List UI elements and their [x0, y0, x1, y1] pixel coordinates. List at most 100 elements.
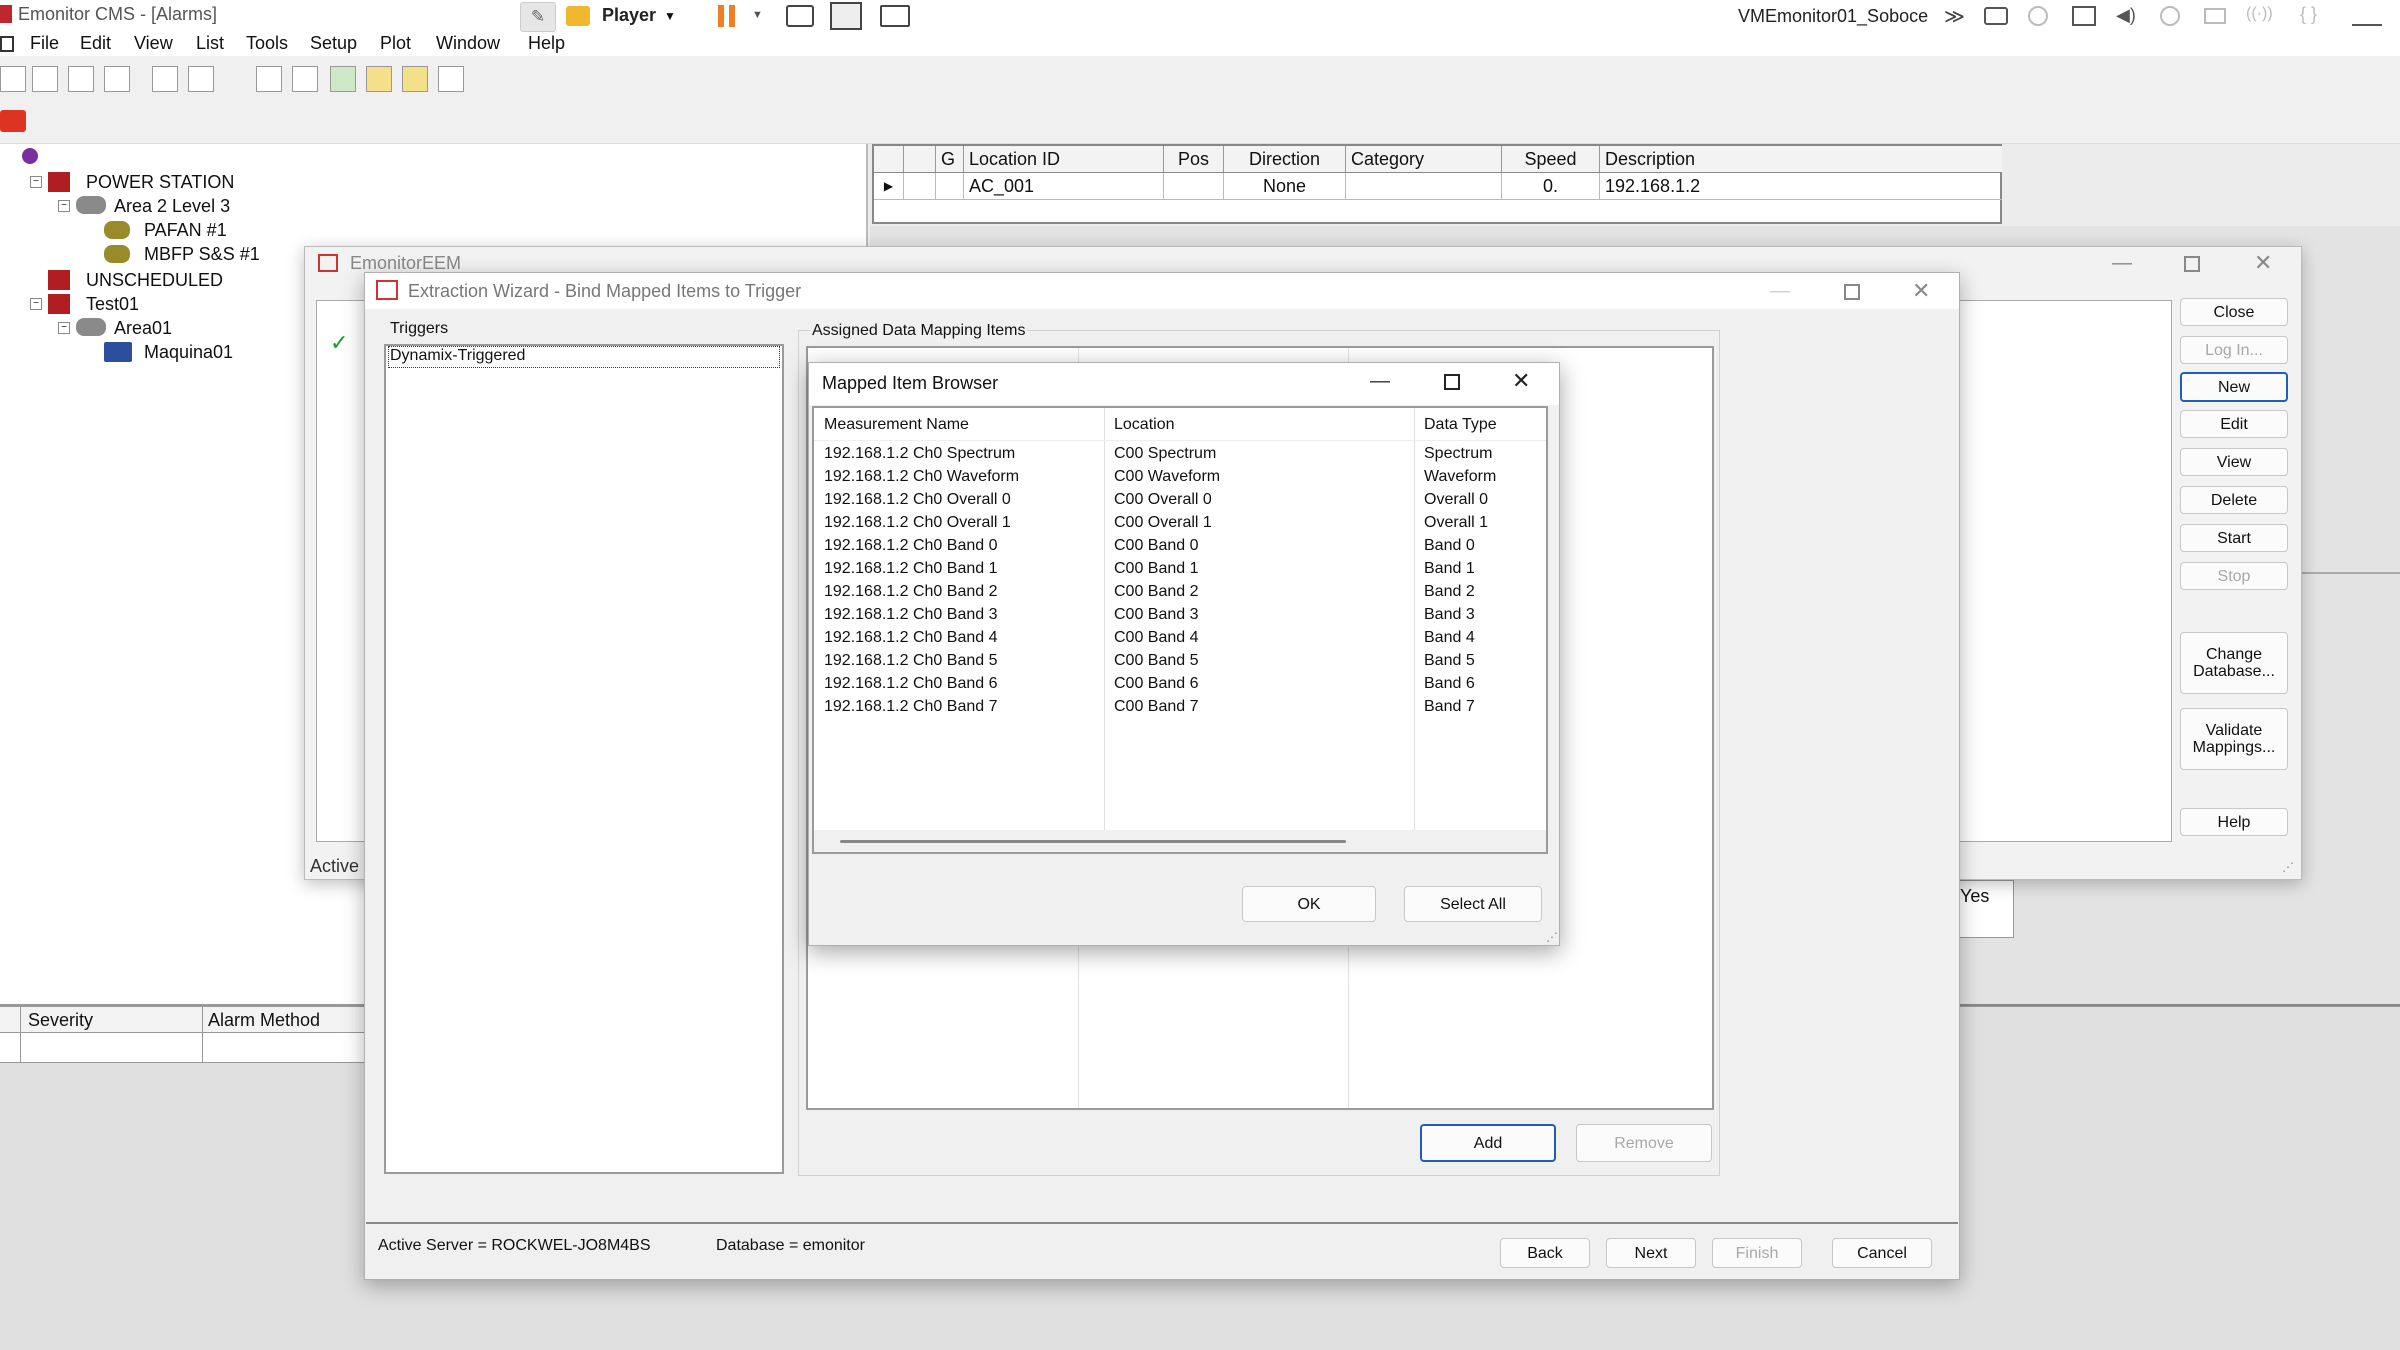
browser-row[interactable]: 192.168.1.2 Ch0 Band 6 C00 Band 6 Band 6 [814, 672, 1546, 695]
wifi-icon[interactable]: ((·)) [2246, 5, 2273, 23]
tree-item-maquina01[interactable]: Maquina01 [144, 341, 233, 363]
tree-item-mbfp[interactable]: MBFP S&S #1 [144, 243, 260, 265]
eem-minimize-icon[interactable]: — [2112, 252, 2132, 275]
col-data-type[interactable]: Data Type [1424, 416, 1497, 434]
tb-print-icon[interactable] [152, 66, 178, 92]
cell-pos[interactable] [1164, 173, 1224, 199]
eem-stop-button[interactable]: Stop [2180, 562, 2288, 590]
tb-copy-icon[interactable] [68, 66, 94, 92]
eem-edit-button[interactable]: Edit [2180, 410, 2288, 438]
menu-help[interactable]: Help [528, 33, 565, 54]
tb-doc2-icon[interactable] [292, 66, 318, 92]
browser-row[interactable]: 192.168.1.2 Ch0 Band 5 C00 Band 5 Band 5 [814, 649, 1546, 672]
pause-dropdown-icon[interactable]: ▼ [752, 9, 763, 21]
network-icon[interactable] [2072, 6, 2096, 26]
add-button[interactable]: Add [1420, 1124, 1556, 1162]
tree-item-area-2-level-3[interactable]: Area 2 Level 3 [114, 195, 230, 217]
wizard-close-icon[interactable]: ✕ [1912, 278, 1930, 304]
eem-login-button[interactable]: Log In... [2180, 336, 2288, 364]
browser-row[interactable]: 192.168.1.2 Ch0 Overall 1 C00 Overall 1 Ov… [814, 511, 1546, 534]
eem-validate-mappings-button[interactable]: Validate Mappings... [2180, 708, 2288, 770]
refresh-icon[interactable] [2028, 6, 2048, 26]
browser-row[interactable]: 192.168.1.2 Ch0 Band 1 C00 Band 1 Band 1 [814, 557, 1546, 580]
tree-expand-icon[interactable]: − [58, 200, 70, 212]
menu-edit[interactable]: Edit [80, 33, 111, 54]
eem-maximize-icon[interactable] [2184, 256, 2200, 272]
monitor-icon[interactable] [880, 5, 910, 27]
col-location[interactable]: Location [1114, 416, 1175, 434]
eem-change-database-button[interactable]: Change Database... [2180, 632, 2288, 694]
tb-chart-icon[interactable] [104, 66, 130, 92]
col-measurement-name[interactable]: Measurement Name [824, 416, 969, 434]
minimize-window-icon[interactable] [2352, 6, 2382, 26]
col-severity[interactable]: Severity [28, 1010, 93, 1031]
col-location-id[interactable]: Location ID [964, 146, 1164, 172]
col-pos[interactable]: Pos [1164, 146, 1224, 172]
cell-speed[interactable]: 0. [1502, 173, 1600, 199]
pause-icon[interactable] [718, 5, 738, 27]
wizard-minimize-icon[interactable]: — [1770, 280, 1790, 303]
tb-folder2-icon[interactable] [402, 66, 428, 92]
eem-help-button[interactable]: Help [2180, 808, 2288, 836]
browser-minimize-icon[interactable]: — [1370, 370, 1390, 393]
next-button[interactable]: Next [1606, 1238, 1696, 1268]
browser-row[interactable]: 192.168.1.2 Ch0 Band 2 C00 Band 2 Band 2 [814, 580, 1546, 603]
tree-expand-icon[interactable]: − [30, 298, 42, 310]
eem-close-button[interactable]: Close [2180, 298, 2288, 326]
col-category[interactable]: Category [1346, 146, 1502, 172]
col-speed[interactable]: Speed [1502, 146, 1600, 172]
eem-close-icon[interactable]: ✕ [2254, 250, 2272, 276]
col-g[interactable]: G [936, 146, 964, 172]
speaker-icon[interactable]: ◀) [2116, 5, 2136, 26]
cell-direction[interactable]: None [1224, 173, 1346, 199]
tree-expand-icon[interactable]: − [58, 322, 70, 334]
tb-doc1-icon[interactable] [256, 66, 282, 92]
tb-folder1-icon[interactable] [366, 66, 392, 92]
cell-category[interactable] [1346, 173, 1502, 199]
browser-maximize-icon[interactable] [1444, 374, 1460, 390]
player-label[interactable]: Player [602, 5, 656, 26]
browser-row[interactable]: 192.168.1.2 Ch0 Band 0 C00 Band 0 Band 0 [814, 534, 1546, 557]
menu-plot[interactable]: Plot [380, 33, 411, 54]
triggers-list[interactable] [384, 344, 784, 1174]
tb-alarm-icon[interactable] [0, 110, 26, 132]
tree-item-pafan-1[interactable]: PAFAN #1 [144, 219, 227, 241]
browser-close-icon[interactable]: ✕ [1512, 368, 1530, 394]
cell-description[interactable]: 192.168.1.2 [1600, 173, 2000, 199]
camera-icon[interactable] [2160, 6, 2180, 26]
eem-resize-grip-icon[interactable]: ⋰ [2282, 860, 2294, 874]
tree-item-area01[interactable]: Area01 [114, 317, 172, 339]
tb-list-icon[interactable] [0, 66, 26, 92]
browser-row[interactable]: 192.168.1.2 Ch0 Overall 0 C00 Overall 0 Ov… [814, 488, 1546, 511]
menu-window[interactable]: Window [436, 33, 500, 54]
select-all-button[interactable]: Select All [1404, 886, 1542, 922]
browser-row[interactable]: 192.168.1.2 Ch0 Spectrum C00 Spectrum Spec… [814, 442, 1546, 465]
tree-item-test01[interactable]: Test01 [86, 293, 139, 315]
tb-tag-icon[interactable] [188, 66, 214, 92]
wizard-maximize-icon[interactable] [1844, 284, 1860, 300]
browser-list[interactable]: Measurement Name Location Data Type 192.… [812, 406, 1548, 854]
keyboard-icon[interactable] [786, 5, 814, 27]
browser-row[interactable]: 192.168.1.2 Ch0 Band 4 C00 Band 4 Band 4 [814, 626, 1546, 649]
browser-row[interactable]: 192.168.1.2 Ch0 Waveform C00 Waveform Wave… [814, 465, 1546, 488]
eem-start-button[interactable]: Start [2180, 524, 2288, 552]
tb-search-icon[interactable] [438, 66, 464, 92]
fullscreen-icon[interactable] [830, 2, 862, 30]
menu-file[interactable]: File [30, 33, 59, 54]
browser-row[interactable]: 192.168.1.2 Ch0 Band 3 C00 Band 3 Band 3 [814, 603, 1546, 626]
cell-location-id[interactable]: AC_001 [964, 173, 1164, 199]
browser-row[interactable]: 192.168.1.2 Ch0 Band 7 C00 Band 7 Band 7 [814, 695, 1546, 718]
tree-expand-icon[interactable]: − [30, 176, 42, 188]
tree-item-unscheduled[interactable]: UNSCHEDULED [86, 269, 223, 291]
col-direction[interactable]: Direction [1224, 146, 1346, 172]
menu-tools[interactable]: Tools [246, 33, 288, 54]
ok-button[interactable]: OK [1242, 886, 1376, 922]
col-alarm-method[interactable]: Alarm Method [208, 1010, 320, 1031]
menu-list[interactable]: List [196, 33, 224, 54]
tb-truck-icon[interactable] [330, 66, 356, 92]
printer-icon[interactable] [1984, 7, 2008, 25]
player-dropdown-icon[interactable]: ▼ [664, 9, 676, 23]
forward-icon[interactable]: ≫ [1944, 4, 1965, 29]
menu-setup[interactable]: Setup [310, 33, 357, 54]
usb-icon[interactable]: { } [2300, 4, 2317, 25]
